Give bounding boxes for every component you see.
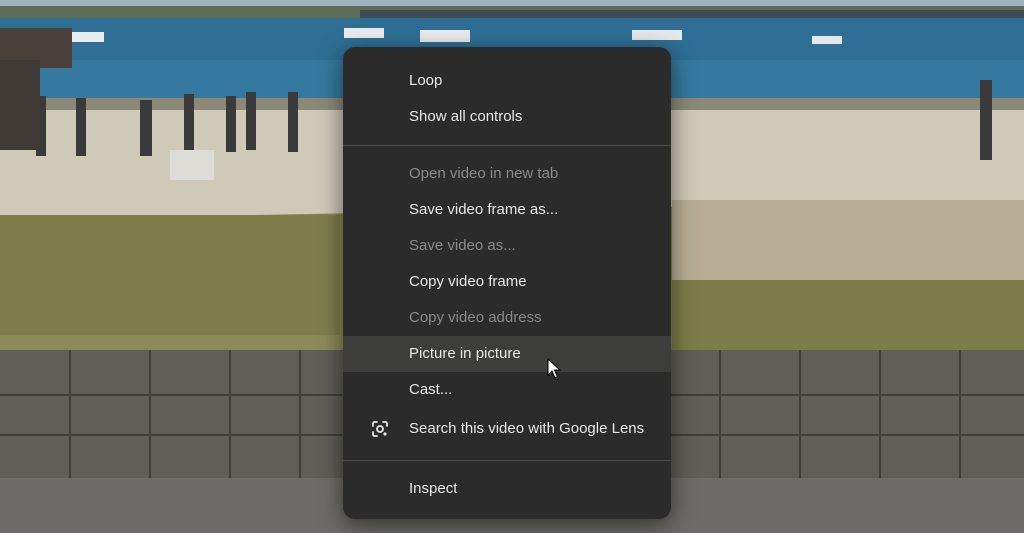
menu-item-inspect[interactable]: Inspect	[343, 471, 671, 507]
menu-item-open-video-in-new-tab: Open video in new tab	[409, 165, 559, 182]
google-lens-icon	[372, 421, 388, 437]
menu-item-loop[interactable]: Loop	[343, 63, 671, 99]
menu-item-save-video-as: Save video as...	[409, 237, 516, 254]
menu-separator	[343, 145, 671, 146]
mouse-cursor-icon	[547, 358, 561, 379]
menu-separator	[343, 460, 671, 461]
menu-item-cast[interactable]: Cast...	[343, 372, 671, 408]
menu-item-copy-video-frame[interactable]: Copy video frame	[343, 264, 671, 300]
video-player[interactable]: Loop Show all controls Open video in new…	[0, 0, 1024, 533]
menu-item-picture-in-picture[interactable]: Picture in picture	[343, 336, 671, 372]
menu-item-label: Search this video with Google Lens	[409, 420, 645, 437]
menu-item-save-video-frame-as[interactable]: Save video frame as...	[343, 192, 671, 228]
menu-item-copy-video-address: Copy video address	[409, 309, 542, 326]
context-menu: Loop Show all controls Open video in new…	[343, 47, 671, 519]
menu-item-search-with-google-lens[interactable]: Search this video with Google Lens	[343, 408, 671, 450]
menu-item-show-all-controls[interactable]: Show all controls	[343, 99, 671, 135]
